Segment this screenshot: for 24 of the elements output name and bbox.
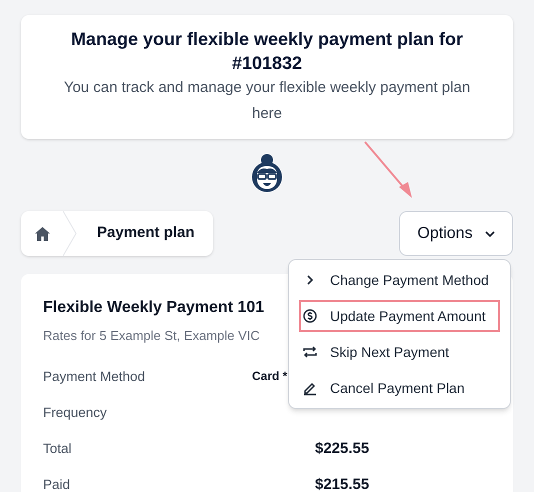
plan-subtitle: Rates for 5 Example St, Example VIC: [43, 327, 260, 345]
breadcrumb-separator: [63, 211, 77, 256]
pencil-icon: [302, 380, 318, 396]
menu-item[interactable]: Change Payment Method: [299, 264, 500, 296]
row-label: Total: [43, 440, 73, 458]
home-icon: [34, 226, 50, 240]
plan-title: Flexible Weekly Payment 101: [43, 298, 264, 318]
header-subtitle: You can track and manage your flexible weekly payment plan here: [62, 78, 472, 124]
row-label: Paid: [43, 476, 72, 492]
dollar-coin-icon: [302, 308, 318, 324]
chevron-down-icon: [484, 230, 495, 236]
header-title: Manage your flexible weekly payment plan for #101832: [70, 28, 464, 75]
repeat-icon: [302, 344, 318, 360]
menu-item[interactable]: Cancel Payment Plan: [299, 372, 500, 404]
row-value: Card *: [252, 368, 288, 385]
row-value: $215.55: [315, 475, 370, 492]
menu-item[interactable]: Skip Next Payment: [299, 336, 500, 368]
row-label: Frequency: [43, 404, 108, 422]
breadcrumb-current[interactable]: Payment plan: [97, 222, 195, 245]
menu-item[interactable]: Update Payment Amount: [299, 300, 500, 332]
options-button[interactable]: Options: [399, 211, 513, 256]
row-value: $225.55: [315, 439, 370, 460]
row-label: Payment Method: [43, 368, 146, 386]
pointer-arrow: [362, 140, 414, 200]
